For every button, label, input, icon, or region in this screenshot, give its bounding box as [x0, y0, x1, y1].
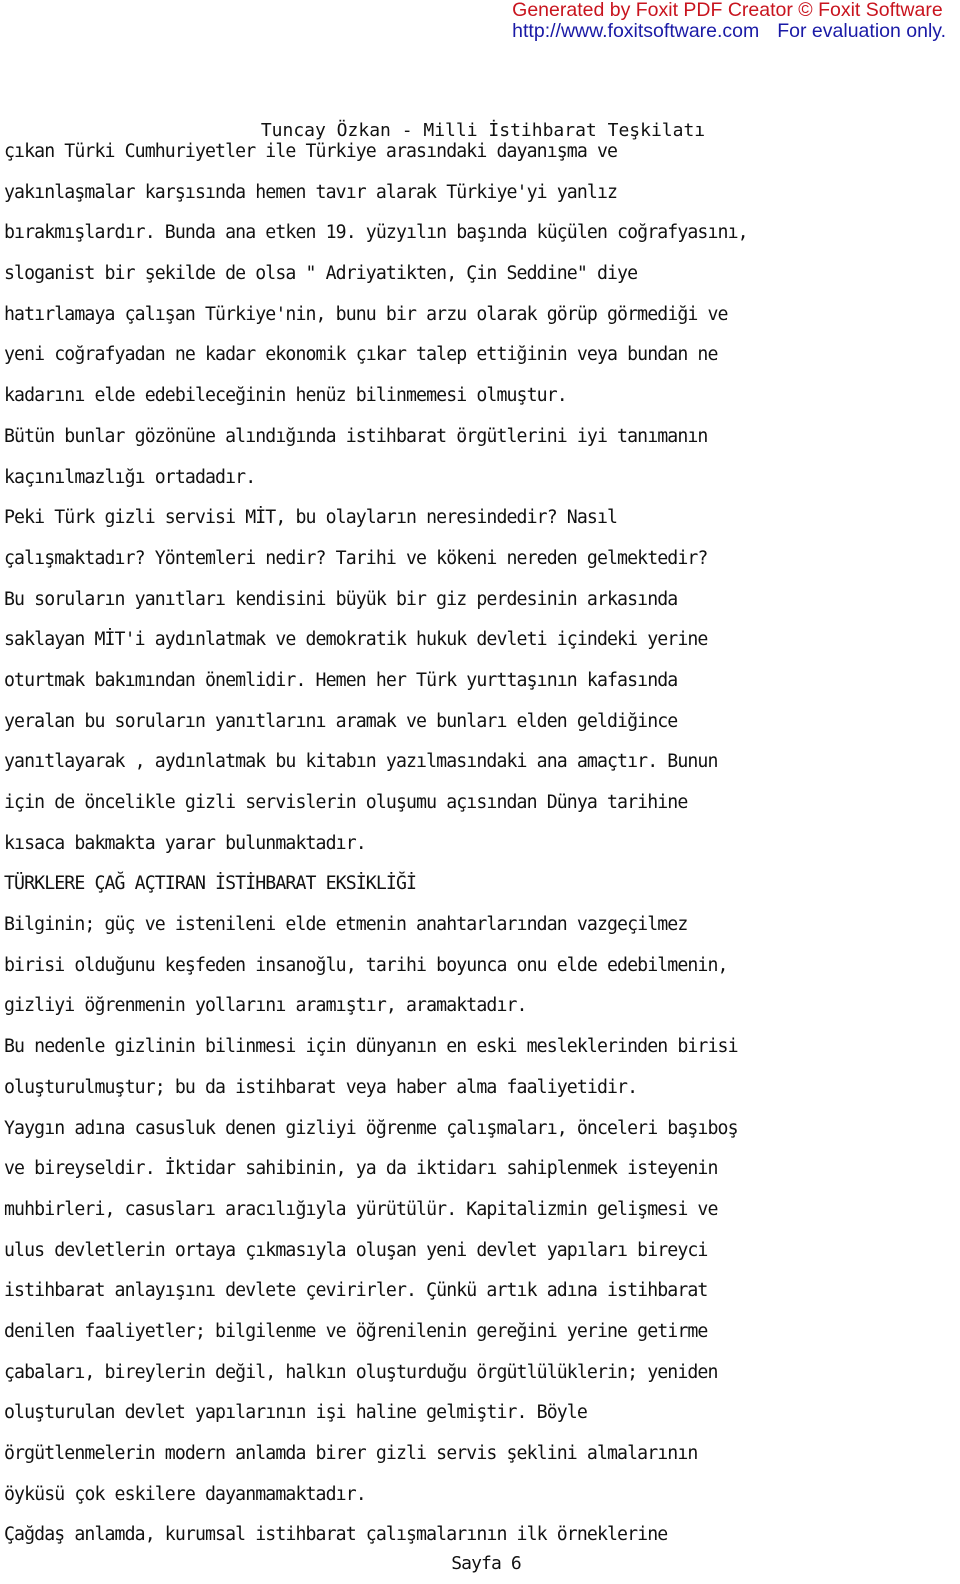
text-line: birisi olduğunu keşfeden insanoğlu, tari…: [4, 954, 728, 976]
watermark-evaluation-note: For evaluation only.: [777, 20, 946, 42]
watermark-line2: http://www.foxitsoftware.com For evaluati…: [512, 21, 946, 42]
text-line: çıkan Türki Cumhuriyetler ile Türkiye ar…: [4, 141, 618, 162]
text-line: Bu soruların yanıtları kendisini büyük b…: [4, 588, 678, 610]
watermark-generated-by: Generated by Foxit PDF Creator © Foxit S…: [512, 0, 943, 21]
text-line: için de öncelikle gizli servislerin oluş…: [4, 792, 688, 813]
text-line: muhbirleri, casusları aracılığıyla yürüt…: [4, 1198, 718, 1220]
text-line: oluşturulan devlet yapılarının işi halin…: [4, 1402, 588, 1424]
text-line: çalışmaktadır? Yöntemleri nedir? Tarihi …: [4, 547, 708, 569]
text-line: kısaca bakmakta yarar bulunmaktadır.: [4, 832, 367, 854]
text-line: kaçınılmazlığı ortadadır.: [4, 466, 256, 488]
text-line: kadarını elde edebileceğinin henüz bilin…: [4, 385, 568, 407]
text-line: saklayan MİT'i aydınlatmak ve demokratik…: [4, 629, 708, 651]
watermark-url-link[interactable]: http://www.foxitsoftware.com: [512, 20, 759, 42]
text-line: oturtmak bakımından önemlidir. Hemen her…: [4, 669, 678, 691]
document-body: çıkan Türki Cumhuriyetler ile Türkiye ar…: [4, 138, 954, 1562]
text-line: yeralan bu soruların yanıtlarını aramak …: [4, 710, 678, 732]
text-line: denilen faaliyetler; bilgilenme ve öğren…: [4, 1320, 708, 1342]
text-line: ve bireyseldir. İktidar sahibinin, ya da…: [4, 1158, 718, 1180]
text-line: Bu nedenle gizlinin bilinmesi için dünya…: [4, 1036, 739, 1058]
section-heading: TÜRKLERE ÇAĞ AÇTIRAN İSTİHBARAT EKSİKLİĞ…: [4, 873, 417, 895]
text-line: Bütün bunlar gözönüne alındığında istihb…: [4, 425, 708, 447]
text-line: Yaygın adına casusluk denen gizliyi öğre…: [4, 1117, 739, 1139]
text-line: Bilginin; güç ve istenileni elde etmenin…: [4, 914, 688, 936]
text-line: gizliyi öğrenmenin yollarını aramıştır, …: [4, 995, 527, 1017]
text-line: ulus devletlerin ortaya çıkmasıyla oluşa…: [4, 1239, 708, 1261]
foxit-watermark: Generated by Foxit PDF Creator © Foxit S…: [512, 0, 946, 42]
text-line: Peki Türk gizli servisi MİT, bu olayları…: [4, 507, 618, 529]
text-line: örgütlenmelerin modern anlamda birer giz…: [4, 1443, 698, 1464]
text-line: istihbarat anlayışını devlete çevirirler…: [4, 1280, 708, 1302]
text-line: yeni coğrafyadan ne kadar ekonomik çıkar…: [4, 344, 718, 366]
text-line: hatırlamaya çalışan Türkiye'nin, bunu bi…: [4, 303, 728, 325]
text-line: çabaları, bireylerin değil, halkın oluşt…: [4, 1361, 718, 1383]
text-line: oluşturulmuştur; bu da istihbarat veya h…: [4, 1076, 638, 1098]
text-line: bırakmışlardır. Bunda ana etken 19. yüzy…: [4, 222, 749, 244]
text-line: yakınlaşmalar karşısında hemen tavır ala…: [4, 181, 618, 203]
page-number: Sayfa 6: [451, 1553, 521, 1574]
text-line: öyküsü çok eskilere dayanmamaktadır.: [4, 1483, 367, 1505]
text-line: yanıtlayarak , aydınlatmak bu kitabın ya…: [4, 751, 718, 773]
text-line: sloganist bir şekilde de olsa " Adriyati…: [4, 263, 638, 285]
